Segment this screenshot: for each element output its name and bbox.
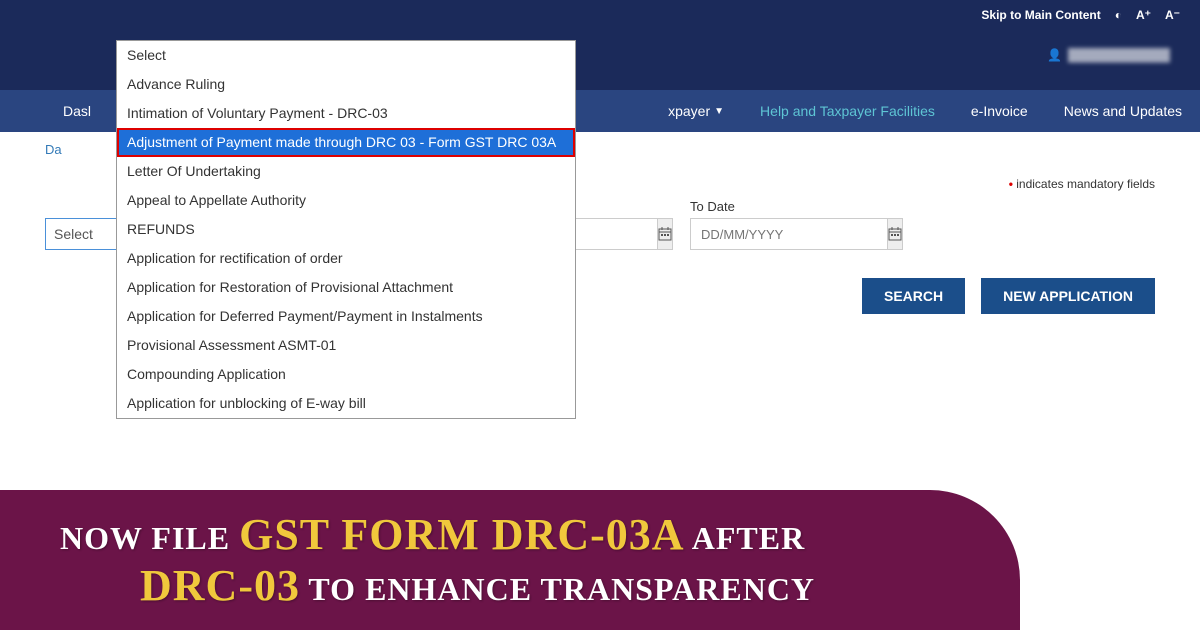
nav-dashboard[interactable]: Dasl [45, 90, 109, 132]
dropdown-option[interactable]: Advance Ruling [117, 70, 575, 99]
contrast-icon[interactable]: ◐ [1115, 8, 1122, 22]
font-increase[interactable]: A⁺ [1136, 8, 1151, 22]
banner-text-2: AFTER [692, 520, 805, 556]
nav-einvoice[interactable]: e-Invoice [953, 90, 1046, 132]
application-type-dropdown: SelectAdvance RulingIntimation of Volunt… [116, 40, 576, 419]
chevron-down-icon: ▼ [714, 106, 724, 117]
new-application-button[interactable]: NEW APPLICATION [981, 278, 1155, 314]
dropdown-option[interactable]: REFUNDS [117, 215, 575, 244]
nav-taxpayer[interactable]: xpayer ▼ [650, 90, 742, 132]
calendar-icon[interactable] [888, 218, 903, 250]
banner-accent-2: DRC-03 [140, 561, 300, 610]
search-button[interactable]: SEARCH [862, 278, 965, 314]
dropdown-option[interactable]: Application for rectification of order [117, 244, 575, 273]
calendar-icon[interactable] [658, 218, 673, 250]
dropdown-option[interactable]: Intimation of Voluntary Payment - DRC-03 [117, 99, 575, 128]
dropdown-option[interactable]: Application for unblocking of E-way bill [117, 389, 575, 418]
top-utility-bar: Skip to Main Content ◐ A⁺ A⁻ [0, 0, 1200, 30]
dropdown-option[interactable]: Application for Restoration of Provision… [117, 273, 575, 302]
banner-accent-1: GST FORM DRC-03A [239, 510, 684, 559]
dropdown-option[interactable]: Application for Deferred Payment/Payment… [117, 302, 575, 331]
nav-label: xpayer [668, 103, 710, 119]
nav-news[interactable]: News and Updates [1046, 90, 1200, 132]
font-decrease[interactable]: A⁻ [1165, 8, 1180, 22]
dropdown-option[interactable]: Letter Of Undertaking [117, 157, 575, 186]
to-date-input[interactable] [690, 218, 888, 250]
user-icon: 👤 [1047, 48, 1062, 62]
to-date-field: To Date [690, 199, 900, 250]
banner-text-1: NOW FILE [60, 520, 239, 556]
dropdown-option[interactable]: Appeal to Appellate Authority [117, 186, 575, 215]
user-info[interactable]: 👤 ████████████ [1047, 48, 1170, 62]
dropdown-option[interactable]: Provisional Assessment ASMT-01 [117, 331, 575, 360]
banner-text-3: TO ENHANCE TRANSPARENCY [308, 571, 815, 607]
select-value: Select [54, 226, 93, 242]
dropdown-option[interactable]: Adjustment of Payment made through DRC 0… [117, 128, 575, 157]
dropdown-option[interactable]: Select [117, 41, 575, 70]
nav-help[interactable]: Help and Taxpayer Facilities [742, 90, 953, 132]
to-date-label: To Date [690, 199, 900, 214]
skip-to-content-link[interactable]: Skip to Main Content [981, 8, 1100, 22]
user-name-blurred: ████████████ [1068, 48, 1170, 62]
dropdown-option[interactable]: Compounding Application [117, 360, 575, 389]
promo-banner: NOW FILE GST FORM DRC-03A AFTER DRC-03 T… [0, 490, 1020, 630]
